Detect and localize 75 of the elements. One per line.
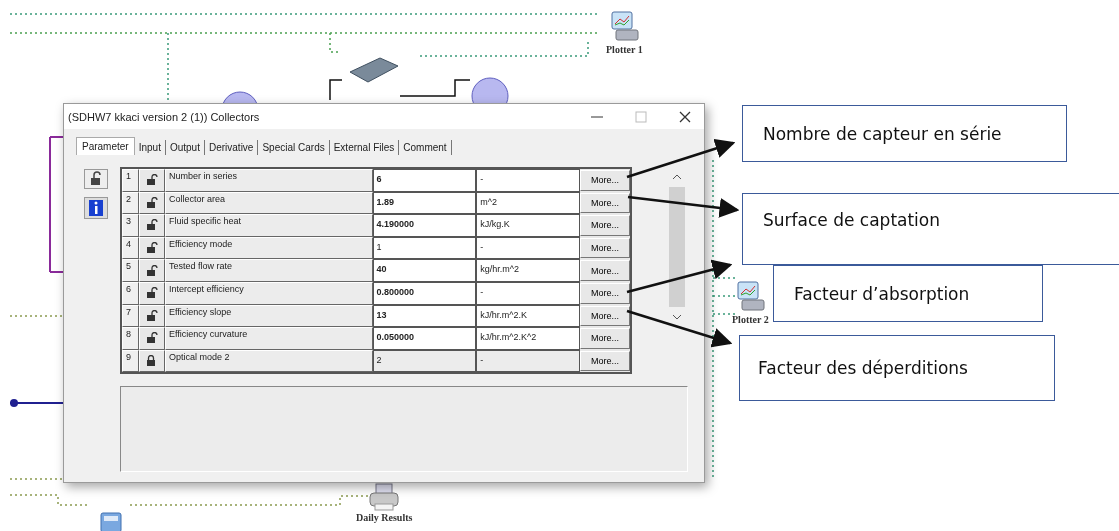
parameter-name: Efficiency mode [164, 236, 373, 260]
value-field[interactable]: 0.050000 [372, 327, 477, 350]
more-button[interactable]: More... [580, 282, 630, 304]
row-number: 5 [122, 259, 139, 282]
info-icon[interactable] [84, 197, 108, 219]
parameter-name: Optical mode 2 [164, 349, 373, 373]
parameter-name: Collector area [164, 191, 373, 215]
unlock-icon[interactable] [145, 242, 158, 255]
tab[interactable]: Comment [399, 140, 452, 155]
tab[interactable]: Parameter [76, 137, 135, 155]
callout-text: Facteur d’absorption [794, 283, 970, 304]
row-number: 1 [122, 169, 139, 192]
unit-field[interactable]: kJ/hr.m^2.K^2 [476, 327, 581, 350]
parameter-name: Tested flow rate [164, 259, 373, 282]
callout-text: Nombre de capteur en série [763, 123, 1002, 144]
more-button[interactable]: More... [580, 350, 630, 372]
panel-icon[interactable] [349, 57, 399, 83]
more-button[interactable]: More... [580, 192, 630, 214]
unlock-icon[interactable] [145, 219, 158, 232]
printer-icon[interactable] [367, 482, 402, 512]
parameter-name: Number in series [164, 169, 373, 192]
more-button[interactable]: More... [580, 215, 630, 236]
parameter-name: Fluid specific heat [164, 214, 373, 237]
more-button[interactable]: More... [580, 237, 630, 259]
unlock-icon[interactable] [145, 332, 158, 345]
row-number: 7 [122, 304, 139, 328]
tab[interactable]: Input [134, 140, 166, 155]
row-number: 8 [122, 327, 139, 350]
row-number: 2 [122, 191, 139, 215]
callout-text: Surface de captation [763, 210, 941, 230]
row-number: 9 [122, 349, 139, 373]
more-button[interactable]: More... [580, 328, 630, 349]
scroll-up-icon[interactable] [672, 173, 682, 181]
row-number: 3 [122, 214, 139, 237]
connection-line [9, 315, 64, 317]
unlock-icon[interactable] [145, 264, 158, 277]
tab[interactable]: Derivative [204, 140, 259, 155]
component-label: Daily Results [356, 512, 413, 523]
callout-text: Facteur des déperditions [758, 358, 968, 378]
unit-field[interactable]: - [476, 236, 581, 260]
unit-field[interactable]: kJ/kg.K [476, 214, 581, 237]
tab[interactable]: External Files [329, 140, 400, 155]
unlock-icon[interactable] [145, 196, 158, 209]
value-field[interactable]: 40 [372, 259, 477, 282]
unit-field[interactable]: m^2 [476, 191, 581, 215]
window-title: (SDHW7 kkaci version 2 (1)) Collectors [68, 110, 261, 123]
value-field[interactable]: 4.190000 [372, 214, 477, 237]
value-field[interactable]: 6 [372, 169, 477, 192]
parameter-name: Intercept efficiency [164, 281, 373, 305]
parameter-name: Efficiency slope [164, 304, 373, 328]
more-button[interactable]: More... [580, 170, 630, 191]
unit-field[interactable]: kg/hr.m^2 [476, 259, 581, 282]
unit-field[interactable]: kJ/hr.m^2.K [476, 304, 581, 328]
tab[interactable]: Output [165, 140, 205, 155]
more-button[interactable]: More... [580, 260, 630, 281]
unlock-icon[interactable] [145, 174, 158, 187]
row-number: 4 [122, 236, 139, 260]
close-icon[interactable] [678, 109, 692, 124]
unlock-icon[interactable] [84, 169, 108, 189]
component-label: Plotter 1 [606, 44, 643, 55]
unit-field[interactable]: - [476, 169, 581, 192]
calculator-icon[interactable] [100, 512, 122, 531]
unit-field[interactable]: - [476, 349, 581, 373]
component-label: Plotter 2 [732, 314, 769, 325]
unlock-icon[interactable] [145, 287, 158, 300]
lock-icon[interactable] [145, 355, 158, 368]
row-number: 6 [122, 281, 139, 305]
unit-field[interactable]: - [476, 281, 581, 305]
scroll-down-icon[interactable] [672, 313, 682, 321]
connection-line [9, 399, 64, 407]
tab[interactable]: Special Cards [258, 140, 330, 155]
parameter-name: Efficiency curvature [164, 327, 373, 350]
more-button[interactable]: More... [580, 305, 630, 327]
unlock-icon[interactable] [145, 309, 158, 322]
connection-line [9, 478, 64, 480]
